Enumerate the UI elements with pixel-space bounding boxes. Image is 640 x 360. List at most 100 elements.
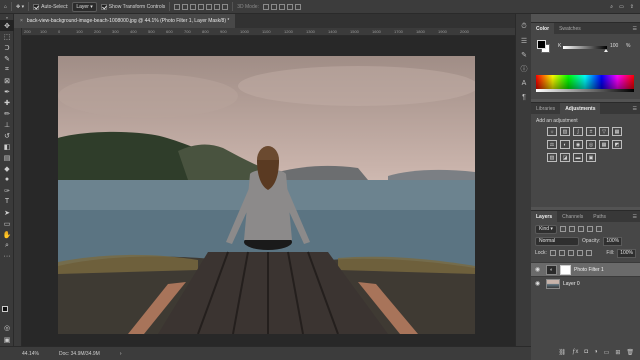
- horizontal-ruler[interactable]: 200 100 0 100 200 300 400 500 600 700 80…: [22, 28, 515, 36]
- lock-pixels-icon[interactable]: [549, 250, 556, 256]
- share-icon[interactable]: ⇪: [630, 4, 634, 10]
- info-icon[interactable]: ⓘ: [516, 62, 532, 76]
- gradient-tool-icon[interactable]: ▤: [0, 152, 14, 163]
- lock-position-icon[interactable]: [567, 250, 574, 256]
- orbit-icon[interactable]: [262, 3, 269, 10]
- paragraph-icon[interactable]: ¶: [516, 90, 532, 104]
- lock-artboard-icon[interactable]: [576, 250, 583, 256]
- k-slider-thumb[interactable]: [604, 49, 608, 52]
- eraser-tool-icon[interactable]: ◧: [0, 141, 14, 152]
- invert-icon[interactable]: ◩: [612, 140, 622, 149]
- tab-color[interactable]: Color: [531, 23, 555, 34]
- marquee-tool-icon[interactable]: ⬚: [0, 31, 14, 42]
- color-balance-icon[interactable]: ⚖: [547, 140, 557, 149]
- dodge-tool-icon[interactable]: ●: [0, 174, 14, 185]
- document-size[interactable]: Doc: 34.9M/34.9M: [59, 351, 100, 357]
- align-right-icon[interactable]: [190, 3, 197, 10]
- gradient-map-icon[interactable]: ▬: [573, 153, 583, 162]
- more-tools-icon[interactable]: ···: [0, 251, 14, 262]
- add-mask-icon[interactable]: ◘: [584, 349, 588, 359]
- filter-smart-object-icon[interactable]: [595, 226, 602, 232]
- opacity-field[interactable]: 100%: [603, 236, 623, 246]
- panel-menu-icon[interactable]: ☰: [633, 211, 640, 222]
- auto-select-dropdown[interactable]: Layer ▾: [72, 1, 97, 12]
- align-center-icon[interactable]: [182, 3, 189, 10]
- layer-thumbnail[interactable]: [546, 278, 560, 289]
- color-spectrum[interactable]: [536, 75, 634, 89]
- k-value-field[interactable]: 100: [610, 43, 618, 49]
- color-lookup-icon[interactable]: ▦: [599, 140, 609, 149]
- quick-select-tool-icon[interactable]: ✎: [0, 53, 14, 64]
- roll-icon[interactable]: [270, 3, 277, 10]
- brightness-icon[interactable]: ☼: [547, 127, 557, 136]
- more-options-icon[interactable]: [222, 3, 229, 10]
- threshold-icon[interactable]: ◪: [560, 153, 570, 162]
- panel-menu-icon[interactable]: ☰: [633, 103, 640, 114]
- screen-mode-icon[interactable]: ▣: [0, 334, 14, 345]
- align-top-icon[interactable]: [198, 3, 205, 10]
- photo-filter-thumbnail[interactable]: ◐: [546, 264, 557, 275]
- layer-row[interactable]: ◉ ◐ Photo Filter 1: [531, 262, 640, 276]
- blur-tool-icon[interactable]: ◆: [0, 163, 14, 174]
- new-adjustment-icon[interactable]: ◑: [594, 349, 598, 359]
- zoom-tool-icon[interactable]: ⌕: [0, 240, 14, 251]
- type-tool-icon[interactable]: T: [0, 196, 14, 207]
- checkbox-icon[interactable]: [100, 3, 107, 10]
- curves-icon[interactable]: ∫: [573, 127, 583, 136]
- blend-mode-dropdown[interactable]: Normal: [535, 236, 579, 246]
- filter-kind-dropdown[interactable]: Kind ▾: [535, 224, 557, 234]
- character-icon[interactable]: A: [516, 76, 532, 90]
- black-white-icon[interactable]: ◐: [560, 140, 570, 149]
- crop-tool-icon[interactable]: ⌗: [0, 64, 14, 75]
- show-transform-checkbox[interactable]: Show Transform Controls: [100, 3, 165, 10]
- filter-shape-icon[interactable]: [586, 226, 593, 232]
- hand-tool-icon[interactable]: ✋: [0, 229, 14, 240]
- tab-libraries[interactable]: Libraries: [531, 103, 560, 114]
- vertical-ruler[interactable]: [14, 28, 22, 346]
- pen-tool-icon[interactable]: ✑: [0, 185, 14, 196]
- zoom-level[interactable]: 44.14%: [22, 351, 39, 357]
- hue-saturation-icon[interactable]: ▦: [612, 127, 622, 136]
- move-tool-icon[interactable]: ✥ ▾: [16, 4, 24, 10]
- eyedropper-tool-icon[interactable]: ✒: [0, 86, 14, 97]
- delete-layer-icon[interactable]: 🗑: [626, 349, 634, 359]
- status-menu-icon[interactable]: ›: [120, 351, 122, 357]
- brush-tool-icon[interactable]: ✏: [0, 108, 14, 119]
- lock-image-icon[interactable]: [558, 250, 565, 256]
- tab-swatches[interactable]: Swatches: [554, 23, 586, 34]
- exposure-icon[interactable]: ±: [586, 127, 596, 136]
- layer-name[interactable]: Photo Filter 1: [574, 267, 604, 273]
- posterize-icon[interactable]: ▨: [547, 153, 557, 162]
- lock-all-icon[interactable]: [585, 250, 592, 256]
- visibility-eye-icon[interactable]: ◉: [535, 280, 543, 287]
- levels-icon[interactable]: ▥: [560, 127, 570, 136]
- search-icon[interactable]: ⌕: [610, 4, 613, 10]
- align-left-icon[interactable]: [174, 3, 181, 10]
- k-slider[interactable]: [563, 46, 607, 49]
- checkbox-icon[interactable]: [33, 3, 40, 10]
- new-layer-icon[interactable]: ⊞: [615, 349, 620, 359]
- properties-icon[interactable]: ☰: [516, 34, 532, 48]
- photo-filter-icon[interactable]: ◉: [573, 140, 583, 149]
- selective-color-icon[interactable]: ▣: [586, 153, 596, 162]
- history-brush-tool-icon[interactable]: ↺: [0, 130, 14, 141]
- visibility-eye-icon[interactable]: ◉: [535, 266, 543, 273]
- pan-icon[interactable]: [278, 3, 285, 10]
- close-icon[interactable]: ×: [20, 18, 23, 24]
- grayscale-ramp[interactable]: [536, 89, 634, 92]
- tab-layers[interactable]: Layers: [531, 211, 558, 222]
- link-layers-icon[interactable]: ⛓: [558, 349, 566, 359]
- layer-row[interactable]: ◉ Layer 0: [531, 276, 640, 290]
- new-group-icon[interactable]: ▭: [604, 349, 610, 359]
- home-icon[interactable]: ⌂: [4, 4, 7, 10]
- canvas-workspace[interactable]: [22, 36, 515, 346]
- document-image[interactable]: [58, 56, 475, 334]
- foreground-color-swatch[interactable]: [537, 40, 546, 49]
- slide-icon[interactable]: [286, 3, 293, 10]
- brush-settings-icon[interactable]: ✎: [516, 48, 532, 62]
- document-tab[interactable]: × back-view-background-image-beach-10080…: [14, 14, 236, 28]
- rectangle-tool-icon[interactable]: ▭: [0, 218, 14, 229]
- layer-mask-thumbnail[interactable]: [560, 264, 571, 275]
- auto-select-checkbox[interactable]: Auto-Select:: [33, 3, 68, 10]
- vibrance-icon[interactable]: ▽: [599, 127, 609, 136]
